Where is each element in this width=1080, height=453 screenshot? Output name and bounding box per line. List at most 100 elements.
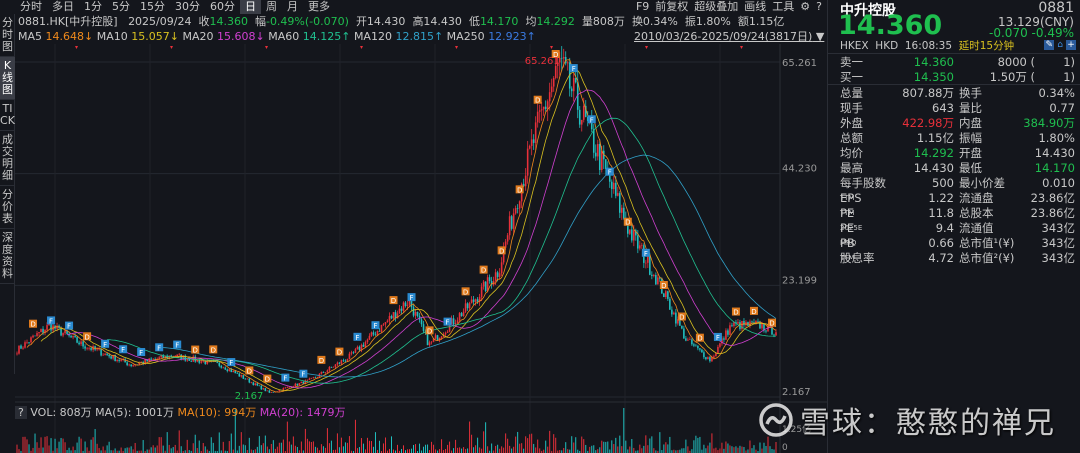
change: -0.070 bbox=[989, 26, 1028, 40]
tab-9[interactable]: 月 bbox=[282, 0, 303, 14]
candle-body bbox=[631, 229, 633, 241]
stat-label-text: 总额 bbox=[840, 131, 863, 145]
sidebar-item-4[interactable]: 分价表 bbox=[0, 186, 15, 229]
candle-body bbox=[222, 367, 225, 369]
stat-row: 总量 807.88万 换手 0.34% bbox=[828, 86, 1080, 101]
tab-6[interactable]: 60分 bbox=[205, 0, 240, 14]
amplitude-value: 振1.80% bbox=[684, 15, 731, 28]
candle-body bbox=[412, 307, 415, 316]
candle-body bbox=[464, 303, 467, 312]
settings-icon[interactable]: ⚙ bbox=[800, 0, 810, 14]
close-value: 14.360 bbox=[209, 15, 248, 28]
stat-row: 均价 14.292 开盘 14.430 bbox=[828, 146, 1080, 161]
tab-4[interactable]: 15分 bbox=[135, 0, 170, 14]
marker-label: D bbox=[247, 367, 252, 375]
add-icon[interactable]: + bbox=[1066, 40, 1076, 50]
candle-body bbox=[328, 366, 331, 371]
candle-body bbox=[226, 369, 229, 371]
stock-code: 0881.HK[中升控股] bbox=[18, 15, 118, 28]
book-label: 卖一 bbox=[840, 55, 863, 69]
quote-panel: 中升控股 0881 14.360 13.129(CNY) -0.070 -0.4… bbox=[827, 0, 1080, 453]
ma-label: MA10 bbox=[96, 30, 128, 43]
candle-body bbox=[64, 330, 66, 334]
candle-body bbox=[234, 370, 237, 374]
event-marker-icon[interactable]: ▾ bbox=[265, 44, 268, 51]
event-marker-icon[interactable]: ▾ bbox=[455, 44, 458, 51]
tool-4[interactable]: 工具 bbox=[772, 0, 794, 14]
event-marker-icon[interactable]: ▾ bbox=[740, 44, 743, 51]
event-marker-icon[interactable]: ▾ bbox=[550, 44, 553, 51]
candle-body bbox=[404, 302, 407, 306]
candle-body bbox=[516, 208, 519, 209]
candle-body bbox=[332, 367, 335, 368]
help-icon[interactable]: ? bbox=[15, 406, 27, 419]
book-qty: 8000 ( bbox=[997, 55, 1035, 69]
marker-label: F bbox=[157, 344, 161, 352]
event-marker-icon[interactable]: ▾ bbox=[645, 44, 648, 51]
ma-label: MA5 bbox=[18, 30, 43, 43]
home-icon[interactable]: ⌂ bbox=[1057, 40, 1063, 50]
tab-8[interactable]: 周 bbox=[261, 0, 282, 14]
candle-body bbox=[398, 308, 401, 314]
candle-body bbox=[508, 216, 511, 236]
kline-chart[interactable]: 65.26144.23023.1992.167D FFDFF FF FD DFDD F FD… bbox=[15, 44, 827, 453]
turnover-value: 换0.34% bbox=[631, 15, 678, 28]
pen-icon[interactable]: ✎ bbox=[1044, 40, 1055, 50]
marker-label: D bbox=[265, 376, 270, 384]
tab-7[interactable]: 日 bbox=[240, 0, 261, 14]
tool-3[interactable]: 画线 bbox=[744, 0, 766, 14]
stat-value: 1.15亿 bbox=[916, 131, 954, 145]
candle-body bbox=[98, 349, 100, 350]
candle-body bbox=[494, 272, 497, 281]
candle-body bbox=[687, 339, 689, 341]
candle-body bbox=[360, 344, 363, 351]
stat-label: 流通盘 bbox=[959, 191, 994, 205]
date-range-selector[interactable]: 2010/03/26-2025/09/24(3817日) ▼ bbox=[634, 30, 824, 44]
candle-body bbox=[466, 303, 469, 309]
ma-value: 14.648↓ bbox=[45, 30, 94, 43]
marker-label: D bbox=[535, 97, 540, 105]
candle-body bbox=[727, 330, 729, 335]
sidebar-item-1[interactable]: K线图 bbox=[0, 57, 15, 100]
candle-body bbox=[384, 322, 387, 325]
candle-body bbox=[514, 208, 517, 214]
candle-body bbox=[618, 193, 621, 213]
candle-body bbox=[390, 316, 393, 319]
tool-0[interactable]: F9 bbox=[636, 0, 649, 14]
candle-body bbox=[294, 383, 297, 387]
marker-label: D bbox=[211, 346, 216, 354]
candle-body bbox=[352, 352, 355, 353]
candle-body bbox=[612, 182, 615, 190]
candle-body bbox=[550, 86, 553, 93]
help-icon[interactable]: ? bbox=[816, 0, 822, 14]
candle-body bbox=[298, 382, 301, 386]
tab-10[interactable]: 更多 bbox=[303, 0, 335, 14]
tool-2[interactable]: 超级叠加 bbox=[694, 0, 738, 14]
tab-0[interactable]: 分时 bbox=[15, 0, 47, 14]
ma-label: MA60 bbox=[268, 30, 300, 43]
sidebar-item-0[interactable]: 分时图 bbox=[0, 14, 15, 57]
event-marker-icon[interactable]: ▾ bbox=[75, 44, 78, 51]
close-label: 收 bbox=[198, 15, 210, 28]
tab-2[interactable]: 1分 bbox=[79, 0, 107, 14]
marker-label: D bbox=[30, 321, 35, 329]
stat-label-text: 每手股数 bbox=[840, 176, 886, 190]
tab-5[interactable]: 30分 bbox=[170, 0, 205, 14]
candle-body bbox=[38, 332, 40, 334]
candle-body bbox=[402, 302, 405, 311]
event-marker-icon[interactable]: ▾ bbox=[360, 44, 363, 51]
candle-body bbox=[232, 370, 235, 373]
tab-3[interactable]: 5分 bbox=[107, 0, 135, 14]
event-marker-icon[interactable]: ▾ bbox=[170, 44, 173, 51]
marker-label: D bbox=[625, 219, 630, 227]
watermark: 雪球：憨憨的禅兄 bbox=[758, 398, 1056, 442]
tab-1[interactable]: 多日 bbox=[47, 0, 79, 14]
sidebar-item-3[interactable]: 成交明细 bbox=[0, 131, 15, 186]
marker-label: F bbox=[283, 375, 287, 383]
stat-label-text: PB bbox=[840, 236, 855, 250]
sidebar-item-2[interactable]: TICK bbox=[0, 100, 15, 131]
price-axis-label: 44.230 bbox=[782, 164, 817, 175]
candle-body bbox=[118, 359, 120, 361]
tool-1[interactable]: 前复权 bbox=[655, 0, 688, 14]
sidebar-item-5[interactable]: 深度资料 bbox=[0, 229, 15, 284]
